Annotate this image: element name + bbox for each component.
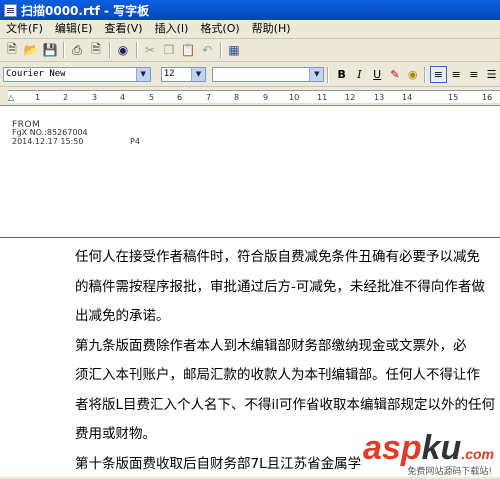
- toolbar-separator: [424, 67, 426, 83]
- align-center-icon[interactable]: ≡: [448, 66, 465, 83]
- highlight-icon[interactable]: ◉: [404, 66, 421, 83]
- font-size-select[interactable]: 12 ▼: [161, 67, 206, 82]
- ruler-mark: 9: [263, 93, 268, 102]
- toolbar-separator: [220, 42, 222, 58]
- paste-icon[interactable]: 📋: [179, 41, 197, 59]
- new-icon[interactable]: 🗎: [3, 41, 21, 59]
- ruler-mark: 16: [482, 93, 492, 102]
- watermark-text: ku: [422, 429, 462, 467]
- font-size-value: 12: [164, 69, 175, 79]
- ruler-mark: 4: [120, 93, 125, 102]
- window-title: 扫描0000.rtf - 写字板: [21, 2, 149, 19]
- underline-button[interactable]: U: [369, 66, 386, 83]
- document-area[interactable]: FROM FgX NO.:85267004 2014.12.17 15:50 P…: [0, 105, 500, 477]
- menu-file[interactable]: 文件(F): [0, 20, 49, 38]
- fax-page: P4: [130, 137, 140, 146]
- ruler-mark: 5: [149, 93, 154, 102]
- ruler-mark: 1: [35, 93, 40, 102]
- toolbar-separator: [63, 42, 65, 58]
- wordpad-app-icon: [4, 4, 17, 17]
- toolbar-separator: [136, 42, 138, 58]
- copy-icon[interactable]: ❐: [160, 41, 178, 59]
- title-bar: 扫描0000.rtf - 写字板: [0, 0, 500, 20]
- ruler-mark: 11: [317, 93, 327, 102]
- ruler-mark: 2: [63, 93, 68, 102]
- align-left-icon[interactable]: ≡: [430, 66, 447, 83]
- ruler-mark: 8: [234, 93, 239, 102]
- ruler-mark: 14: [402, 93, 412, 102]
- ruler-mark: 3: [92, 93, 97, 102]
- ruler-mark: 13: [374, 93, 384, 102]
- text-line: 任何人在接受作者稿件时，符合版自费减免条件丑确有必要予以减免: [75, 243, 495, 273]
- menu-view[interactable]: 查看(V): [98, 20, 148, 38]
- menu-help[interactable]: 帮助(H): [246, 20, 297, 38]
- open-icon[interactable]: 📂: [22, 41, 40, 59]
- ruler: △ 1 2 3 4 5 6 7 8 9 10 11 12 13 14 15 16: [0, 88, 500, 104]
- menu-format[interactable]: 格式(O): [194, 20, 245, 38]
- fax-datetime: 2014.12.17 15:50: [12, 137, 83, 146]
- ruler-mark: 15: [448, 93, 458, 102]
- bold-button[interactable]: B: [333, 66, 350, 83]
- text-line: 者将版L目费汇入个人名下、不得il可作省收取本编辑部规定以外的任何: [75, 391, 495, 421]
- save-icon[interactable]: 💾: [41, 41, 59, 59]
- ruler-indent-marker[interactable]: △: [8, 93, 14, 102]
- font-name-select[interactable]: Courier New ▼: [3, 67, 151, 82]
- watermark-caption: 免费网站源码下载站!: [407, 464, 492, 477]
- cut-icon[interactable]: ✂: [141, 41, 159, 59]
- chevron-down-icon[interactable]: ▼: [309, 68, 323, 81]
- menu-insert[interactable]: 插入(I): [149, 20, 195, 38]
- chevron-down-icon[interactable]: ▼: [191, 68, 205, 81]
- fax-number: FgX NO.:85267004: [12, 128, 88, 137]
- watermark-text: asp: [363, 429, 422, 467]
- find-icon[interactable]: ◉: [114, 41, 132, 59]
- font-name-value: Courier New: [6, 69, 66, 79]
- page-divider: [0, 237, 500, 238]
- chevron-down-icon[interactable]: ▼: [136, 68, 150, 81]
- menu-edit[interactable]: 编辑(E): [49, 20, 99, 38]
- ruler-mark: 6: [177, 93, 182, 102]
- toolbar-separator: [109, 42, 111, 58]
- text-line: 第九条版面费除作者本人到木编辑部财务部缴纳现金或文票外，必: [75, 332, 495, 362]
- print-icon[interactable]: ⎙: [68, 41, 86, 59]
- italic-button[interactable]: I: [351, 66, 368, 83]
- print-preview-icon[interactable]: 🗎: [87, 41, 105, 59]
- standard-toolbar: 🗎 📂 💾 ⎙ 🗎 ◉ ✂ ❐ 📋 ↶ ▦: [0, 39, 500, 62]
- ruler-mark: 10: [289, 93, 299, 102]
- format-bar: Courier New ▼ 12 ▼ ▼ B I U ✎ ◉ ≡ ≡ ≡ ☰: [0, 63, 500, 87]
- ruler-mark: 7: [206, 93, 211, 102]
- toolbar-separator: [327, 67, 329, 83]
- ruler-mark: 12: [345, 93, 355, 102]
- text-line: 出减免的承诺。: [75, 302, 495, 332]
- text-line: 须汇入本刊账户，邮局汇款的收款人为本刊编辑部。任何人不得让作: [75, 361, 495, 391]
- menu-bar: 文件(F) 编辑(E) 查看(V) 插入(I) 格式(O) 帮助(H): [0, 20, 500, 39]
- undo-icon[interactable]: ↶: [198, 41, 216, 59]
- bullets-icon[interactable]: ☰: [483, 66, 500, 83]
- text-line: 的稿件需按程序报批，审批通过后方-可减免，未经批准不得向作者做: [75, 273, 495, 303]
- date-time-icon[interactable]: ▦: [225, 41, 243, 59]
- ruler-track[interactable]: △ 1 2 3 4 5 6 7 8 9 10 11 12 13 14 15 16: [8, 90, 500, 104]
- script-select[interactable]: ▼: [212, 67, 324, 82]
- watermark-text: .com: [461, 446, 494, 462]
- color-icon[interactable]: ✎: [387, 66, 404, 83]
- align-right-icon[interactable]: ≡: [466, 66, 483, 83]
